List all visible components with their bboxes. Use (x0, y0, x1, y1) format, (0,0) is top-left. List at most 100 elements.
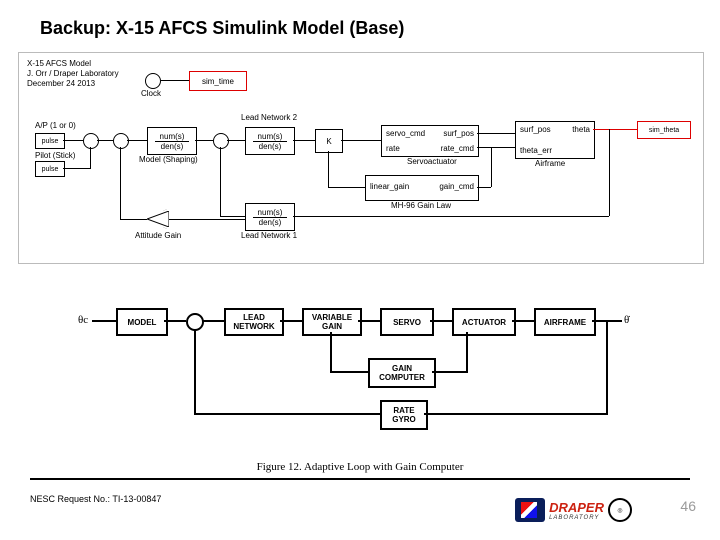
wire (63, 140, 83, 141)
fig-input: θc (78, 314, 88, 326)
ap-source: pulse (35, 133, 65, 149)
target-logo-icon: ◎ (608, 498, 632, 522)
airframe-block: surf_pos theta_err theta (515, 121, 595, 159)
fline (430, 320, 452, 322)
lead-net2-label: Lead Network 2 (241, 113, 297, 122)
attitude-gain-label: Attitude Gain (135, 231, 181, 240)
fig-rategyro: RATE GYRO (380, 400, 428, 430)
wire (491, 147, 515, 148)
tf-num: num(s) (160, 132, 185, 141)
fline (606, 320, 608, 415)
sum-1 (83, 133, 99, 149)
wire (97, 140, 113, 141)
wire (169, 219, 245, 220)
theta-err-in: theta_err (520, 146, 552, 155)
surf-pos-in: surf_pos (520, 125, 551, 134)
fline (512, 320, 534, 322)
tf-den: den(s) (161, 142, 184, 151)
fline (194, 413, 380, 415)
sim-theta-block: sim_theta (637, 121, 691, 139)
page-title: Backup: X-15 AFCS Simulink Model (Base) (40, 18, 404, 39)
wire (328, 187, 365, 188)
servoactuator-block: servo_cmd surf_pos rate rate_cmd (381, 125, 479, 157)
simulink-model: X-15 AFCS Model J. Orr / Draper Laborato… (18, 52, 704, 264)
wire (293, 140, 315, 141)
sum-2 (113, 133, 129, 149)
draper-sub: LABORATORY (549, 515, 604, 521)
model-header-2: J. Orr / Draper Laboratory (27, 69, 119, 78)
fline (466, 332, 468, 373)
tf-den2: den(s) (259, 142, 282, 151)
lead-net1-block: num(s) den(s) (245, 203, 295, 231)
figure-caption: Figure 12. Adaptive Loop with Gain Compu… (90, 461, 630, 473)
lead-net1-label: Lead Network 1 (241, 231, 297, 240)
fig-airframe: AIRFRAME (534, 308, 596, 336)
slide: Backup: X-15 AFCS Simulink Model (Base) … (0, 0, 720, 540)
wire (63, 168, 83, 169)
model-shaping-block: num(s) den(s) (147, 127, 197, 155)
fline (330, 332, 332, 372)
page-number: 46 (680, 498, 696, 514)
wire (120, 219, 147, 220)
fig-vargain: VARIABLE GAIN (302, 308, 362, 336)
draper-logo-icon: DRAPER LABORATORY (549, 500, 604, 521)
wire (120, 147, 121, 219)
wire (593, 129, 637, 130)
mh96-block: linear_gain gain_cmd (365, 175, 479, 201)
sim-time-block: sim_time (189, 71, 247, 91)
clock-block (145, 73, 161, 89)
wire (227, 140, 245, 141)
concept-figure: θc MODEL LEAD NETWORK VARIABLE GAIN SERV… (90, 300, 630, 455)
tf-num3: num(s) (258, 208, 283, 217)
mh96-label: MH-96 Gain Law (391, 201, 451, 210)
fline (92, 320, 116, 322)
fline (164, 320, 186, 322)
tf-den3: den(s) (259, 218, 282, 227)
rate-port: rate (386, 144, 400, 153)
wire (328, 151, 329, 187)
servoact-label: Servoactuator (407, 157, 457, 166)
wire (341, 140, 381, 141)
clock-label: Clock (141, 89, 161, 98)
fig-output: θ̇ (624, 314, 629, 326)
model-header-1: X-15 AFCS Model (27, 59, 91, 68)
fline (424, 413, 606, 415)
lead-net2-block: num(s) den(s) (245, 127, 295, 155)
wire (609, 129, 610, 216)
fline (202, 320, 224, 322)
gain-cmd-port: gain_cmd (439, 182, 474, 191)
fig-gaincomp: GAIN COMPUTER (368, 358, 436, 388)
pilot-label: Pilot (Stick) (35, 151, 75, 160)
linear-gain-port: linear_gain (370, 182, 409, 191)
wire (161, 80, 189, 81)
wire (127, 140, 147, 141)
airframe-label: Airframe (535, 159, 565, 168)
wire (220, 216, 245, 217)
wire (293, 216, 609, 217)
fig-model: MODEL (116, 308, 168, 336)
fig-lead: LEAD NETWORK (224, 308, 284, 336)
fline (194, 329, 196, 415)
fline (280, 320, 302, 322)
surf-pos-port: surf_pos (443, 129, 474, 138)
servo-cmd-port: servo_cmd (386, 129, 425, 138)
fig-servo: SERVO (380, 308, 434, 336)
att-gain-inner (147, 211, 169, 227)
theta-out: theta (572, 125, 590, 134)
model-header-3: December 24 2013 (27, 79, 95, 88)
wire (90, 147, 91, 169)
wire (83, 168, 90, 169)
fline (330, 371, 368, 373)
nesc-logo-icon (515, 498, 545, 522)
pilot-source: pulse (35, 161, 65, 177)
draper-text: DRAPER (549, 500, 604, 515)
rate-cmd-port: rate_cmd (441, 144, 474, 153)
wire (220, 147, 221, 217)
fline (432, 371, 466, 373)
wire (477, 133, 515, 134)
var-gain-block: K (315, 129, 343, 153)
fig-actuator: ACTUATOR (452, 308, 516, 336)
model-shaping-label: Model (Shaping) (139, 155, 198, 164)
tf-num2: num(s) (258, 132, 283, 141)
footer-divider (30, 478, 690, 480)
